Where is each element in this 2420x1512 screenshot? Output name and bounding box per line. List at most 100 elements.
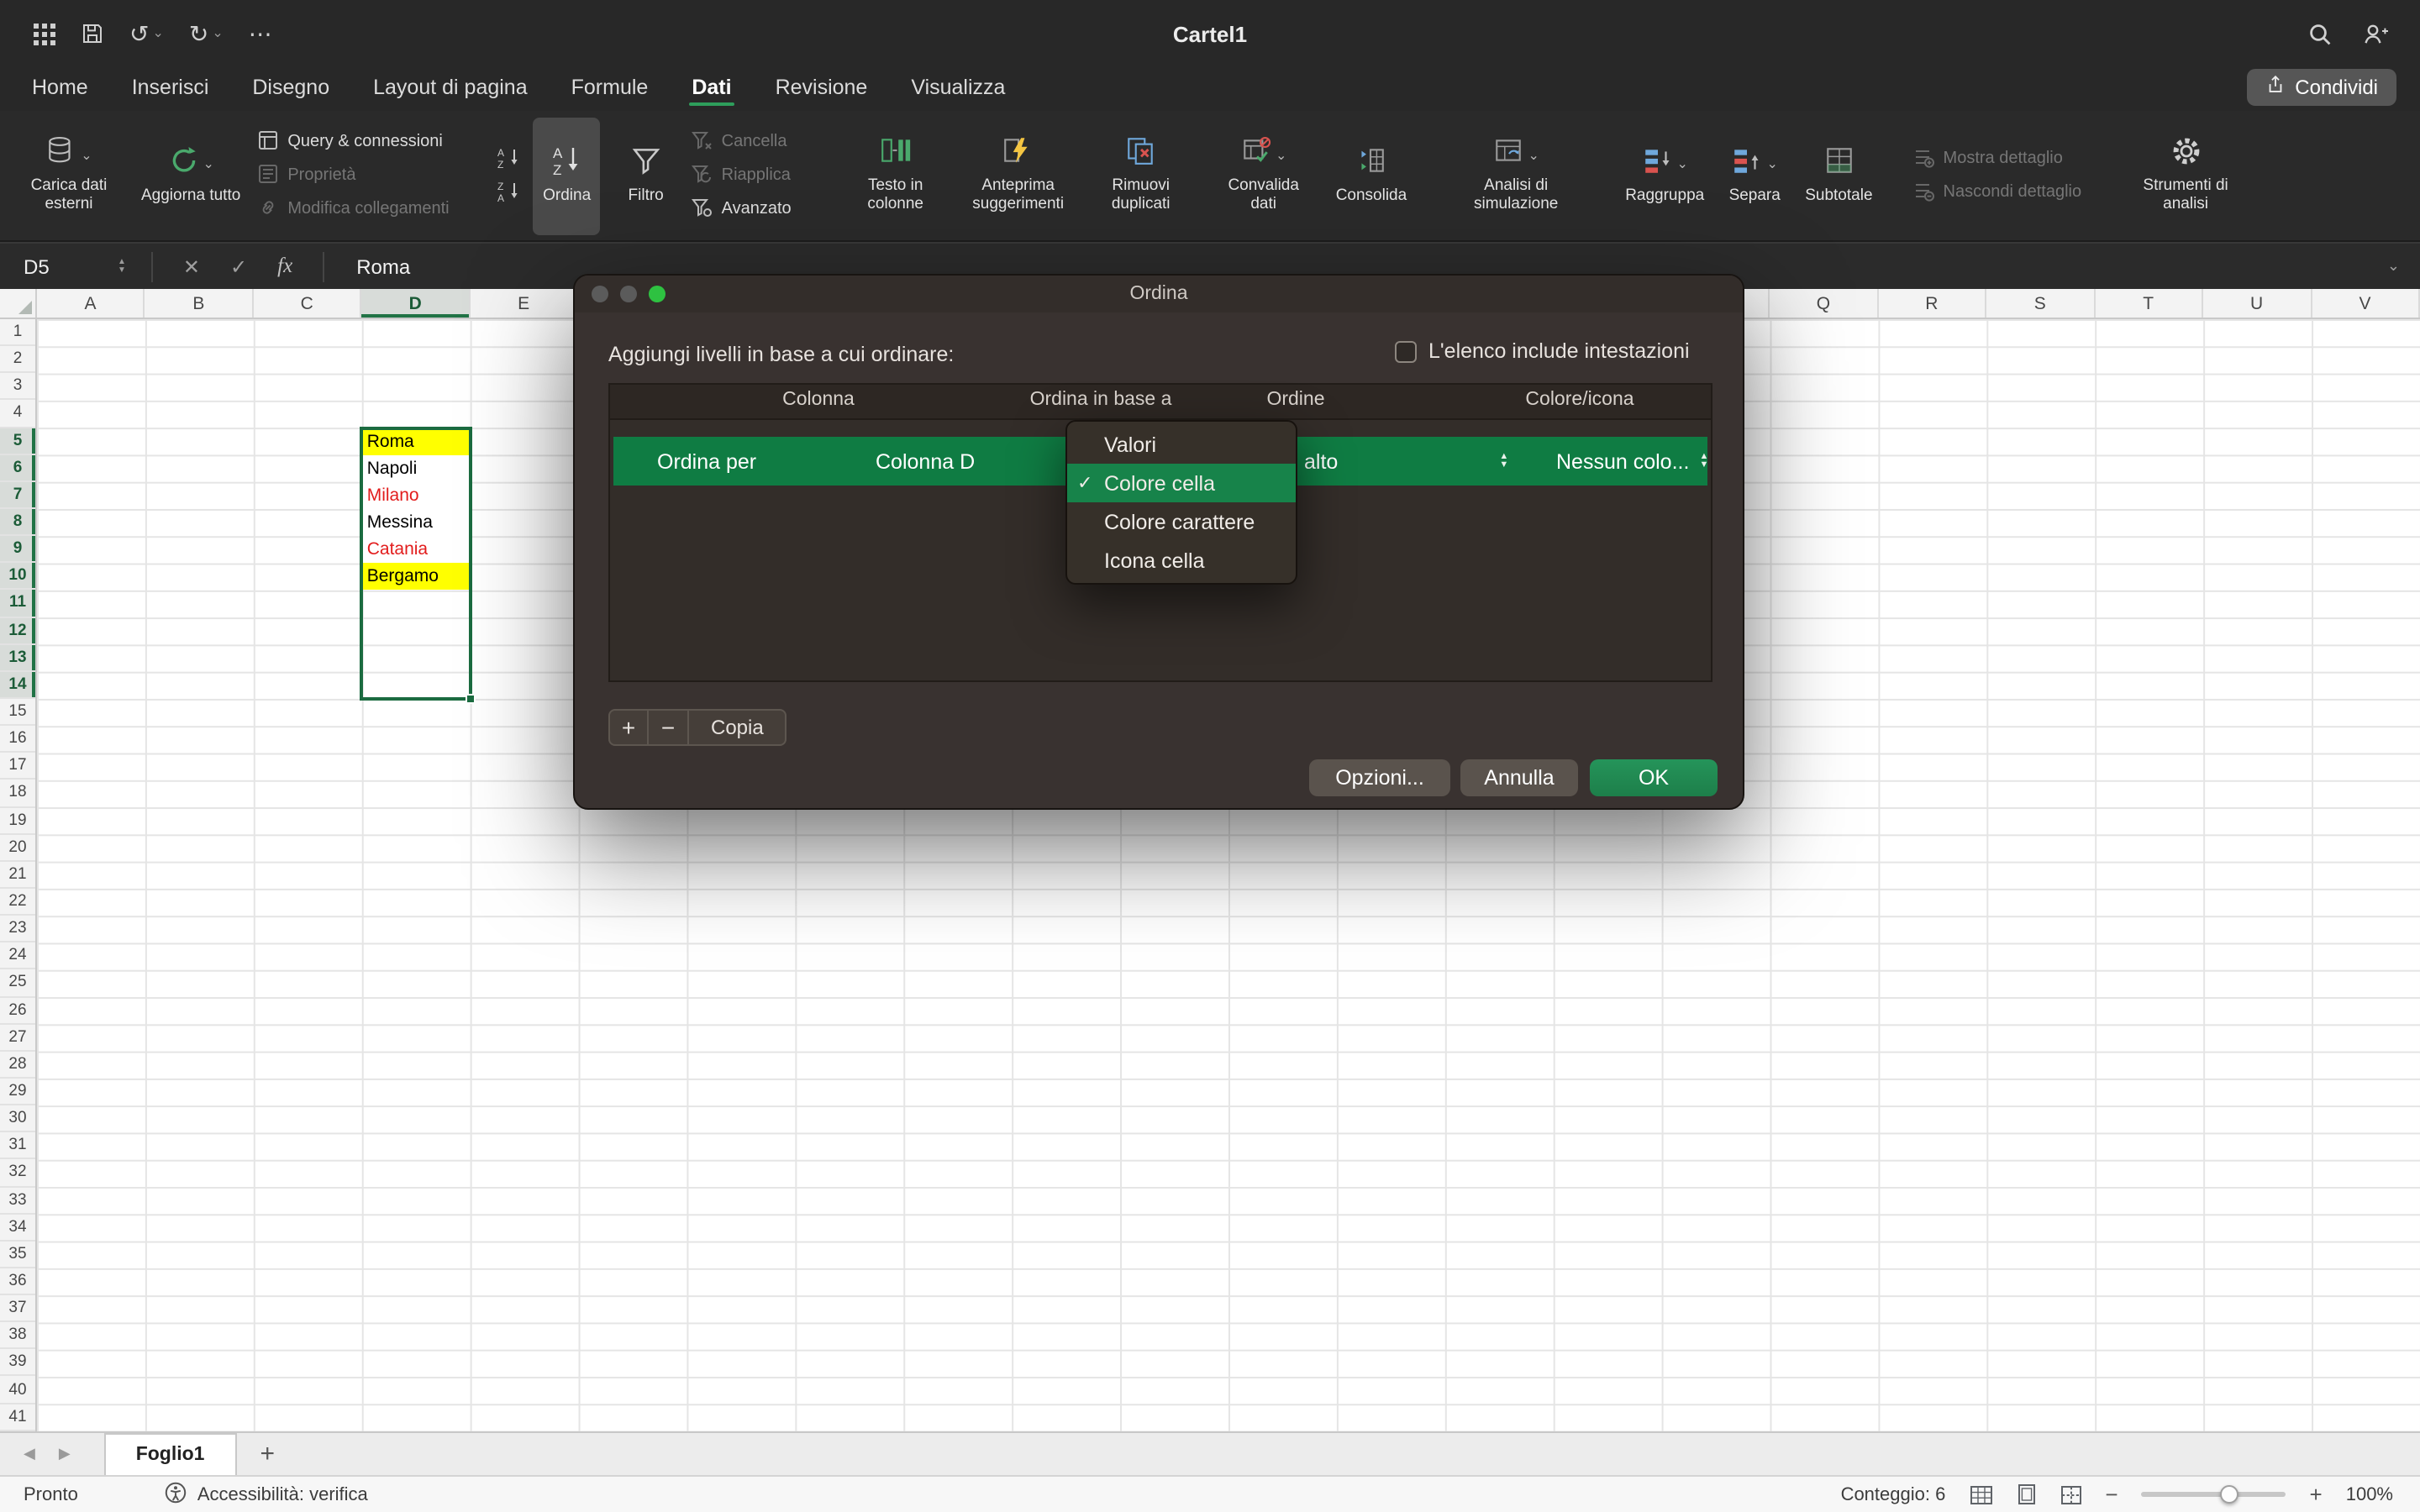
add-level-button[interactable]: +	[608, 709, 649, 746]
fill-handle[interactable]	[466, 694, 476, 704]
row-header-29[interactable]: 29	[0, 1079, 35, 1105]
row-header-6[interactable]: 6	[0, 454, 35, 481]
add-sheet-button[interactable]: +	[260, 1440, 275, 1468]
row-header-15[interactable]: 15	[0, 699, 35, 726]
riapplica-button[interactable]: Riapplica	[692, 162, 792, 189]
row-header-33[interactable]: 33	[0, 1187, 35, 1214]
row-header-3[interactable]: 3	[0, 374, 35, 401]
row-header-21[interactable]: 21	[0, 862, 35, 889]
apps-grid-icon[interactable]	[34, 23, 55, 45]
save-icon[interactable]	[81, 22, 104, 45]
tab-home[interactable]: Home	[10, 76, 110, 111]
next-sheet-button[interactable]: ▶	[59, 1445, 71, 1463]
tab-visualizza[interactable]: Visualizza	[889, 76, 1027, 111]
accessibility-status[interactable]: Accessibilità: verifica	[166, 1481, 368, 1508]
undo-icon[interactable]: ↺⌄	[129, 22, 164, 45]
minimize-button[interactable]	[620, 286, 637, 302]
row-header-17[interactable]: 17	[0, 753, 35, 780]
raggruppa-button[interactable]: ⌄ Raggruppa	[1620, 117, 1709, 234]
tab-inserisci[interactable]: Inserisci	[110, 76, 231, 111]
row-header-5[interactable]: 5	[0, 428, 35, 454]
col-header-B[interactable]: B	[145, 289, 254, 318]
col-header-C[interactable]: C	[254, 289, 362, 318]
separa-button[interactable]: ⌄ Separa	[1721, 117, 1788, 234]
col-header-T[interactable]: T	[2095, 289, 2203, 318]
proprieta-button[interactable]: Proprietà	[257, 162, 449, 189]
column-dropdown[interactable]: Colonna D	[876, 437, 975, 486]
row-header-22[interactable]: 22	[0, 889, 35, 916]
cell-D9[interactable]: Catania	[362, 536, 471, 563]
tab-dati[interactable]: Dati	[670, 76, 753, 111]
row-header-1[interactable]: 1	[0, 319, 35, 346]
row-header-12[interactable]: 12	[0, 617, 35, 644]
row-header-36[interactable]: 36	[0, 1268, 35, 1295]
zoom-in-icon[interactable]: +	[2310, 1482, 2323, 1507]
tab-formule[interactable]: Formule	[550, 76, 671, 111]
row-header-32[interactable]: 32	[0, 1160, 35, 1187]
sort-za-button[interactable]: ZA	[498, 179, 522, 206]
zoom-slider-knob[interactable]	[2219, 1484, 2238, 1503]
strumenti-analisi-button[interactable]: Strumenti di analisi	[2130, 117, 2241, 234]
ok-button[interactable]: OK	[1590, 759, 1718, 796]
select-all-corner[interactable]	[0, 289, 37, 318]
share-button[interactable]: Condividi	[2246, 69, 2396, 106]
close-button[interactable]	[592, 286, 608, 302]
carica-dati-esterni-button[interactable]: ⌄ Carica dati esterni	[13, 117, 124, 234]
mostra-dettaglio-button[interactable]: Mostra dettaglio	[1913, 145, 2082, 172]
row-header-39[interactable]: 39	[0, 1350, 35, 1377]
row-header-41[interactable]: 41	[0, 1404, 35, 1431]
add-person-icon[interactable]	[2363, 21, 2390, 46]
row-header-40[interactable]: 40	[0, 1377, 35, 1404]
formula-bar-expand-icon[interactable]: ⌄	[2387, 257, 2400, 276]
cancel-entry-icon[interactable]: ✕	[183, 255, 200, 278]
ordina-button[interactable]: AZ Ordina	[534, 117, 601, 234]
col-header-D[interactable]: D	[362, 289, 471, 318]
row-header-14[interactable]: 14	[0, 672, 35, 699]
menu-item-valori[interactable]: Valori	[1067, 425, 1296, 464]
zoom-slider[interactable]	[2142, 1492, 2286, 1497]
cell-D5[interactable]: Roma	[362, 428, 471, 454]
row-header-8[interactable]: 8	[0, 509, 35, 536]
color-icon-dropdown[interactable]: Nessun colo... ▲▼	[1556, 437, 1708, 486]
row-header-2[interactable]: 2	[0, 346, 35, 373]
cell-D7[interactable]: Milano	[362, 482, 471, 509]
options-button[interactable]: Opzioni...	[1309, 759, 1450, 796]
consolida-button[interactable]: Consolida	[1331, 117, 1413, 234]
chevron-down-icon[interactable]: ⌄	[212, 27, 223, 40]
name-box-stepper[interactable]: ▲▼	[118, 258, 126, 275]
row-header-31[interactable]: 31	[0, 1132, 35, 1159]
insert-function-icon[interactable]: fx	[277, 254, 292, 279]
row-header-19[interactable]: 19	[0, 807, 35, 834]
remove-level-button[interactable]: −	[649, 709, 689, 746]
menu-item-icona-cella[interactable]: Icona cella	[1067, 541, 1296, 580]
menu-item-colore-cella[interactable]: ✓Colore cella	[1067, 464, 1296, 502]
chevron-down-icon[interactable]: ⌄	[152, 27, 163, 40]
confirm-entry-icon[interactable]: ✓	[230, 255, 247, 278]
tab-layout[interactable]: Layout di pagina	[351, 76, 550, 111]
cancella-button[interactable]: Cancella	[692, 129, 792, 155]
cell-D6[interactable]: Napoli	[362, 454, 471, 481]
row-header-9[interactable]: 9	[0, 536, 35, 563]
row-header-38[interactable]: 38	[0, 1322, 35, 1349]
ellipsis-icon[interactable]: ⋯	[249, 22, 272, 45]
row-header-27[interactable]: 27	[0, 1024, 35, 1051]
redo-icon[interactable]: ↻⌄	[189, 22, 224, 45]
formula-value[interactable]: Roma	[356, 255, 410, 278]
row-header-4[interactable]: 4	[0, 401, 35, 428]
cell-D10[interactable]: Bergamo	[362, 564, 471, 591]
row-header-18[interactable]: 18	[0, 780, 35, 807]
rimuovi-duplicati-button[interactable]: Rimuovi duplicati	[1086, 117, 1197, 234]
avanzato-button[interactable]: Avanzato	[692, 196, 792, 223]
modifica-collegamenti-button[interactable]: Modifica collegamenti	[257, 196, 449, 223]
page-layout-view-icon[interactable]	[2016, 1483, 2036, 1505]
search-icon[interactable]	[2307, 21, 2333, 46]
col-header-E[interactable]: E	[471, 289, 579, 318]
row-header-35[interactable]: 35	[0, 1242, 35, 1268]
testo-in-colonne-button[interactable]: Testo in colonne	[840, 117, 951, 234]
row-header-11[interactable]: 11	[0, 591, 35, 617]
row-header-34[interactable]: 34	[0, 1214, 35, 1241]
col-header-R[interactable]: R	[1878, 289, 1986, 318]
col-header-S[interactable]: S	[1986, 289, 2095, 318]
row-header-28[interactable]: 28	[0, 1052, 35, 1079]
normal-view-icon[interactable]	[1969, 1484, 1992, 1504]
